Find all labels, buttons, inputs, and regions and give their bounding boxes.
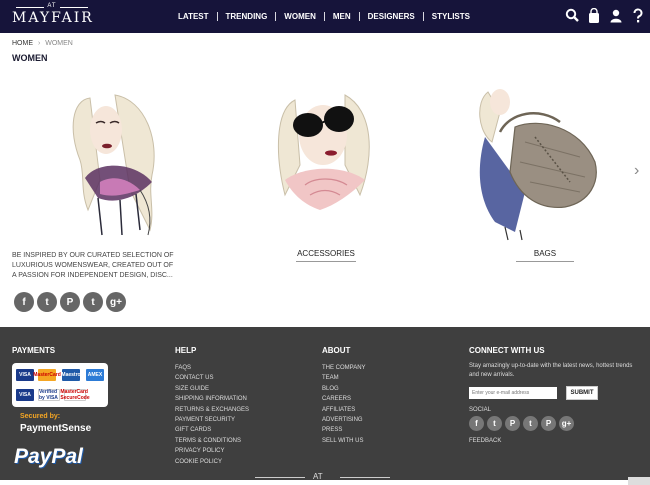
footer-link-affiliates[interactable]: AFFILIATES <box>322 405 366 415</box>
footer-link-company[interactable]: THE COMPANY <box>322 363 366 373</box>
twitter-icon[interactable]: t <box>487 416 502 431</box>
accessories-image[interactable] <box>265 85 385 220</box>
breadcrumb-home[interactable]: HOME <box>12 40 33 47</box>
pinterest-p-icon[interactable]: P <box>541 416 556 431</box>
accessories-label[interactable]: ACCESSORIES <box>266 249 386 258</box>
breadcrumb: HOME › WOMEN <box>12 40 73 47</box>
footer-social-icons: f t P t P g+ <box>469 416 574 431</box>
breadcrumb-current: WOMEN <box>45 40 73 47</box>
logo-name: MAYFAIR <box>12 10 94 26</box>
page-title: WOMEN <box>12 53 48 63</box>
payment-cards: VISA MasterCard Maestro AMEX VISA Verifi… <box>12 363 108 407</box>
nav-latest[interactable]: LATEST <box>170 12 217 21</box>
help-links: FAQS CONTACT US SIZE GUIDE SHIPPING INFO… <box>175 363 249 467</box>
footer-link-gift-cards[interactable]: GIFT CARDS <box>175 425 249 435</box>
footer-link-returns[interactable]: RETURNS & EXCHANGES <box>175 405 249 415</box>
nav-women[interactable]: WOMEN <box>276 12 324 21</box>
user-icon[interactable] <box>609 8 623 24</box>
paypal-logo: PayPal <box>14 445 83 468</box>
footer-link-press[interactable]: PRESS <box>322 425 366 435</box>
nav-stylists[interactable]: STYLISTS <box>424 12 478 21</box>
category-intro-text: BE INSPIRED BY OUR CURATED SELECTION OF … <box>12 252 174 279</box>
payments-heading: PAYMENTS <box>12 346 56 355</box>
verified-by-visa-icon: Verified by VISA <box>38 389 60 401</box>
footer-link-advertising[interactable]: ADVERTISING <box>322 415 366 425</box>
footer-link-shipping[interactable]: SHIPPING INFORMATION <box>175 394 249 404</box>
share-buttons: f t P t g+ <box>14 292 126 312</box>
nav-designers[interactable]: DESIGNERS <box>360 12 423 21</box>
footer-link-payment-security[interactable]: PAYMENT SECURITY <box>175 415 249 425</box>
newsletter-text: Stay amazingly up-to-date with the lates… <box>469 363 633 378</box>
logo-rule <box>255 477 305 478</box>
bags-image[interactable] <box>470 82 610 242</box>
nav-trending[interactable]: TRENDING <box>218 12 276 21</box>
facebook-icon[interactable]: f <box>14 292 34 312</box>
nav-men[interactable]: MEN <box>325 12 359 21</box>
maestro-icon: Maestro <box>61 369 81 381</box>
visa-card-icon: VISA <box>16 369 34 381</box>
header-icons <box>565 7 645 24</box>
footer-link-contact-us[interactable]: CONTACT US <box>175 373 249 383</box>
main-menu: LATEST TRENDING WOMEN MEN DESIGNERS STYL… <box>170 12 478 21</box>
bags-underline <box>516 261 574 262</box>
help-heading: HELP <box>175 346 197 355</box>
footer-link-team[interactable]: TEAM <box>322 373 366 383</box>
help-icon[interactable] <box>631 8 645 24</box>
mastercard-icon: MasterCard <box>33 369 61 381</box>
bags-label[interactable]: BAGS <box>505 249 585 258</box>
googleplus-icon[interactable]: g+ <box>106 292 126 312</box>
social-label: SOCIAL <box>469 407 492 413</box>
facebook-icon[interactable]: f <box>469 416 484 431</box>
logo-at-text: AT <box>12 3 92 9</box>
amex-icon: AMEX <box>86 369 104 381</box>
pinterest-icon[interactable]: P <box>505 416 520 431</box>
footer-link-terms[interactable]: TERMS & CONDITIONS <box>175 436 249 446</box>
twitter-icon[interactable]: t <box>37 292 57 312</box>
newsletter-email-input[interactable] <box>469 387 557 399</box>
logo-rule <box>340 477 390 478</box>
footer-link-faqs[interactable]: FAQS <box>175 363 249 373</box>
footer-link-cookie[interactable]: COOKIE POLICY <box>175 457 249 467</box>
breadcrumb-separator: › <box>37 40 41 47</box>
footer-link-blog[interactable]: BLOG <box>322 384 366 394</box>
feedback-link[interactable]: FEEDBACK <box>469 438 501 444</box>
mastercard-securecode-icon: MasterCard SecureCode <box>60 389 90 401</box>
footer-link-careers[interactable]: CAREERS <box>322 394 366 404</box>
carousel-next-arrow-icon[interactable]: › <box>634 162 639 180</box>
bag-icon[interactable] <box>587 7 601 24</box>
googleplus-icon[interactable]: g+ <box>559 416 574 431</box>
pinterest-icon[interactable]: P <box>60 292 80 312</box>
top-navigation-bar: AT MAYFAIR LATEST TRENDING WOMEN MEN DES… <box>0 0 650 33</box>
tumblr-icon[interactable]: t <box>523 416 538 431</box>
newsletter-submit-button[interactable]: SUBMIT <box>566 386 598 400</box>
paymentsense-badge: Secured by: PaymentSense <box>16 413 106 441</box>
site-logo[interactable]: AT MAYFAIR <box>12 3 92 29</box>
hero-fashion-illustration <box>72 94 155 236</box>
accessories-underline <box>296 261 356 262</box>
footer-link-sell-with-us[interactable]: SELL WITH US <box>322 436 366 446</box>
about-links: THE COMPANY TEAM BLOG CAREERS AFFILIATES… <box>322 363 366 446</box>
search-icon[interactable] <box>565 8 579 24</box>
footer-link-privacy[interactable]: PRIVACY POLICY <box>175 446 249 456</box>
tumblr-icon[interactable]: t <box>83 292 103 312</box>
footer-link-size-guide[interactable]: SIZE GUIDE <box>175 384 249 394</box>
corner-widget[interactable] <box>628 477 650 485</box>
paymentsense-text: PaymentSense <box>20 423 92 434</box>
site-footer: PAYMENTS VISA MasterCard Maestro AMEX VI… <box>0 327 650 485</box>
connect-heading: CONNECT WITH US <box>469 346 545 355</box>
secured-by-text: Secured by: <box>20 413 61 420</box>
visa-electron-icon: VISA <box>16 389 34 401</box>
about-heading: ABOUT <box>322 346 351 355</box>
